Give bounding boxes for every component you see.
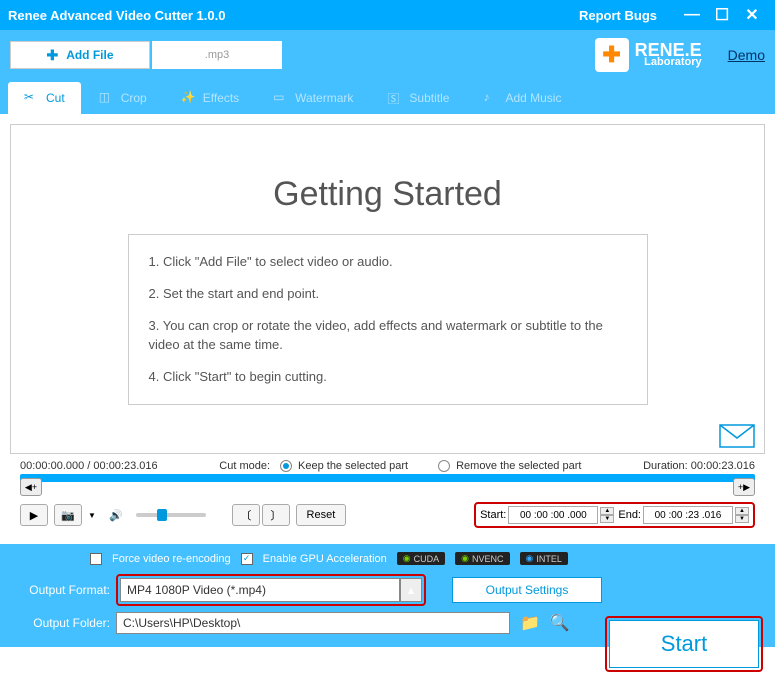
tab-effects[interactable]: ✨ Effects (165, 82, 255, 114)
file-name: .mp3 (205, 49, 229, 61)
plus-icon: ✚ (46, 47, 58, 64)
player-controls: ▶ 📷 ▼ 🔊 〔 〕 Reset Start: ▲▼ End: ▲▼ (10, 496, 765, 534)
mark-in-button[interactable]: 〔 (232, 504, 260, 526)
start-time-input[interactable] (508, 506, 598, 524)
getting-started-box: 1. Click "Add File" to select video or a… (128, 234, 648, 405)
tab-add-music[interactable]: ♪ Add Music (467, 82, 577, 114)
volume-button[interactable]: 🔊 (102, 504, 130, 526)
tab-subtitle[interactable]: 🅂 Subtitle (371, 82, 465, 114)
getting-started-title: Getting Started (273, 175, 502, 214)
snapshot-button[interactable]: 📷 (54, 504, 82, 526)
step-2: 2. Set the start and end point. (149, 285, 627, 303)
start-up[interactable]: ▲ (600, 507, 614, 515)
step-4: 4. Click "Start" to begin cutting. (149, 368, 627, 386)
encoding-row: Force video re-encoding ✓ Enable GPU Acc… (10, 550, 765, 571)
output-format-label: Output Format: (10, 583, 110, 597)
start-time-box: Start: ▲▼ (480, 506, 614, 524)
intel-badge: ◉INTEL (520, 552, 568, 565)
start-highlight: Start (605, 616, 763, 672)
end-down[interactable]: ▼ (735, 515, 749, 523)
add-file-label: Add File (66, 48, 113, 62)
cutmode-remove[interactable]: Remove the selected part (438, 460, 581, 472)
tab-watermark[interactable]: ▭ Watermark (257, 82, 369, 114)
end-up[interactable]: ▲ (735, 507, 749, 515)
start-down[interactable]: ▼ (600, 515, 614, 523)
logo-text: RENE.E Laboratory (635, 42, 702, 68)
start-button[interactable]: Start (609, 620, 759, 668)
timeline[interactable]: ◀+ +▶ (20, 474, 755, 496)
cutmode-label: Cut mode: (219, 460, 270, 472)
add-file-button[interactable]: ✚ Add File (10, 41, 150, 69)
volume-slider[interactable] (136, 513, 206, 517)
cutmode-keep[interactable]: Keep the selected part (280, 460, 408, 472)
output-settings-button[interactable]: Output Settings (452, 577, 602, 603)
tab-crop[interactable]: ◫ Crop (83, 82, 163, 114)
mail-icon[interactable] (719, 424, 755, 448)
duration-label: Duration: 00:00:23.016 (643, 460, 755, 472)
play-button[interactable]: ▶ (20, 504, 48, 526)
format-dropdown-arrow[interactable]: ▴ (400, 578, 422, 602)
demo-link[interactable]: Demo (728, 47, 765, 63)
cuda-badge: ◉CUDA (397, 552, 445, 565)
wand-icon: ✨ (181, 90, 197, 106)
reset-button[interactable]: Reset (296, 504, 346, 526)
output-format-row: Output Format: MP4 1080P Video (*.mp4) ▴… (10, 571, 765, 609)
report-bugs-link[interactable]: Report Bugs (579, 8, 657, 23)
tab-bar: ✂ Cut ◫ Crop ✨ Effects ▭ Watermark 🅂 Sub… (0, 80, 775, 114)
output-format-highlight: MP4 1080P Video (*.mp4) ▴ (116, 574, 426, 606)
close-button[interactable]: ✕ (737, 5, 767, 25)
watermark-icon: ▭ (273, 90, 289, 106)
force-reencode-label: Force video re-encoding (112, 553, 231, 565)
app-title: Renee Advanced Video Cutter 1.0.0 (8, 8, 579, 23)
timeline-start-handle[interactable]: ◀+ (20, 478, 42, 496)
header: ✚ Add File .mp3 ✚ RENE.E Laboratory Demo (0, 30, 775, 80)
browse-folder-icon[interactable]: 📁 (520, 613, 540, 633)
output-folder-label: Output Folder: (10, 616, 110, 630)
timeline-end-handle[interactable]: +▶ (733, 478, 755, 496)
output-folder-input[interactable]: C:\Users\HP\Desktop\ (116, 612, 510, 634)
subtitle-icon: 🅂 (387, 90, 403, 106)
music-icon: ♪ (483, 90, 499, 106)
titlebar: Renee Advanced Video Cutter 1.0.0 Report… (0, 0, 775, 30)
radio-remove[interactable] (438, 460, 450, 472)
time-position: 00:00:00.000 / 00:00:23.016 (20, 460, 158, 472)
mark-out-button[interactable]: 〕 (262, 504, 290, 526)
main-panel: Getting Started 1. Click "Add File" to s… (0, 114, 775, 544)
nvenc-badge: ◉NVENC (455, 552, 509, 565)
preview-area: Getting Started 1. Click "Add File" to s… (10, 124, 765, 454)
output-format-select[interactable]: MP4 1080P Video (*.mp4) (120, 578, 400, 602)
footer: Force video re-encoding ✓ Enable GPU Acc… (0, 544, 775, 647)
logo-area: ✚ RENE.E Laboratory Demo (595, 38, 765, 72)
scissors-icon: ✂ (24, 90, 40, 106)
gpu-accel-label: Enable GPU Acceleration (263, 553, 387, 565)
time-range-group: Start: ▲▼ End: ▲▼ (474, 502, 755, 528)
snapshot-dropdown-icon[interactable]: ▼ (88, 511, 96, 520)
step-3: 3. You can crop or rotate the video, add… (149, 317, 627, 353)
end-time-box: End: ▲▼ (618, 506, 749, 524)
step-1: 1. Click "Add File" to select video or a… (149, 253, 627, 271)
logo-icon: ✚ (595, 38, 629, 72)
maximize-button[interactable]: ☐ (707, 5, 737, 25)
file-tab[interactable]: .mp3 (152, 41, 282, 69)
force-reencode-checkbox[interactable] (90, 553, 102, 565)
crop-icon: ◫ (99, 90, 115, 106)
radio-keep[interactable] (280, 460, 292, 472)
gpu-accel-checkbox[interactable]: ✓ (241, 553, 253, 565)
end-time-input[interactable] (643, 506, 733, 524)
time-info-row: 00:00:00.000 / 00:00:23.016 Cut mode: Ke… (10, 454, 765, 474)
minimize-button[interactable]: — (677, 6, 707, 24)
search-folder-icon[interactable]: 🔍 (550, 613, 570, 633)
tab-cut[interactable]: ✂ Cut (8, 82, 81, 114)
